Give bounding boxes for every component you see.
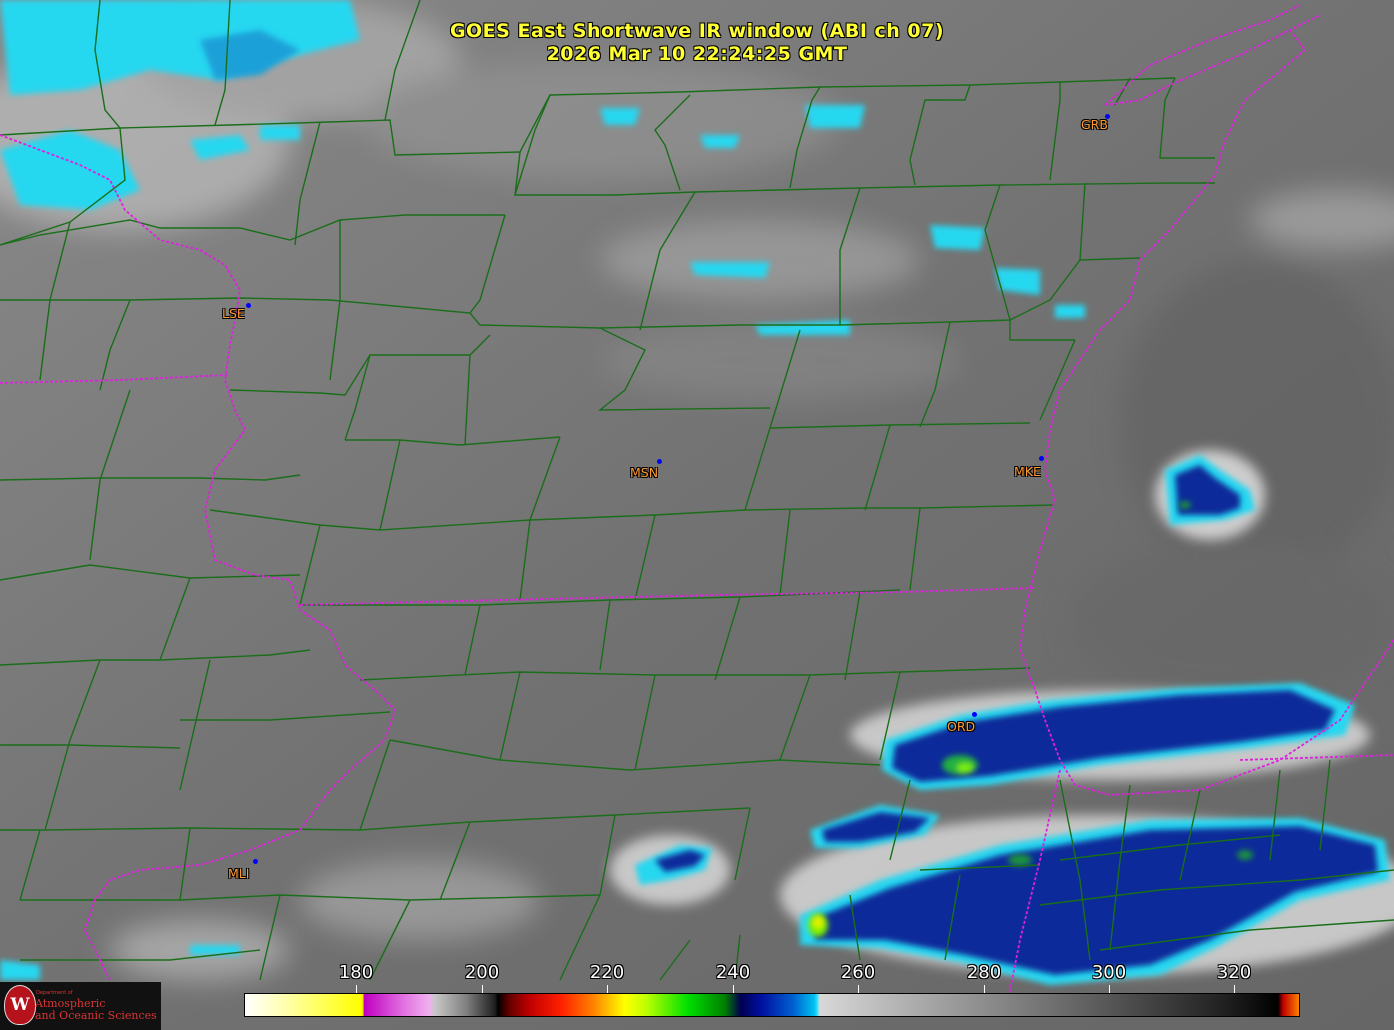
station-label-ord: ORD bbox=[947, 719, 976, 734]
station-label-mke: MKE bbox=[1014, 464, 1041, 479]
uw-crest-icon: W bbox=[4, 985, 36, 1025]
station-dot-mke bbox=[1039, 456, 1044, 461]
colorbar-tick-mark bbox=[858, 985, 859, 993]
station-dot-msn bbox=[657, 459, 662, 464]
logo-line2: and Oceanic Sciences bbox=[35, 1009, 157, 1022]
colorbar-tick-180: 180 bbox=[338, 962, 374, 983]
colorbar-tick-mark bbox=[1109, 985, 1110, 993]
temperature-colorbar bbox=[244, 993, 1300, 1017]
colorbar-tick-240: 240 bbox=[715, 962, 751, 983]
colorbar-tick-280: 280 bbox=[966, 962, 1002, 983]
colorbar-tick-260: 260 bbox=[840, 962, 876, 983]
colorbar-tick-mark bbox=[482, 985, 483, 993]
satellite-map bbox=[0, 0, 1394, 1030]
colorbar-tick-mark bbox=[1234, 985, 1235, 993]
station-label-lse: LSE bbox=[222, 306, 245, 321]
colorbar-tick-mark bbox=[984, 985, 985, 993]
colorbar-tick-300: 300 bbox=[1091, 962, 1127, 983]
image-timestamp: 2026 Mar 10 22:24:25 GMT bbox=[546, 43, 848, 65]
station-label-msn: MSN bbox=[630, 465, 659, 480]
colorbar-tick-220: 220 bbox=[589, 962, 625, 983]
satellite-image-viewer: GOES East Shortwave IR window (ABI ch 07… bbox=[0, 0, 1394, 1030]
colorbar-tick-320: 320 bbox=[1216, 962, 1252, 983]
colorbar-tick-200: 200 bbox=[464, 962, 500, 983]
aos-logo: W Department of Atmospheric and Oceanic … bbox=[0, 982, 161, 1030]
station-label-grb: GRB bbox=[1081, 117, 1108, 132]
station-dot-ord bbox=[972, 712, 977, 717]
station-label-mli: MLI bbox=[228, 866, 250, 881]
colorbar-tick-mark bbox=[733, 985, 734, 993]
colorbar-tick-mark bbox=[356, 985, 357, 993]
station-dot-mli bbox=[253, 859, 258, 864]
image-title: GOES East Shortwave IR window (ABI ch 07… bbox=[449, 20, 945, 42]
station-dot-lse bbox=[246, 303, 251, 308]
logo-dept-text: Department of bbox=[36, 990, 73, 996]
colorbar-tick-mark bbox=[607, 985, 608, 993]
